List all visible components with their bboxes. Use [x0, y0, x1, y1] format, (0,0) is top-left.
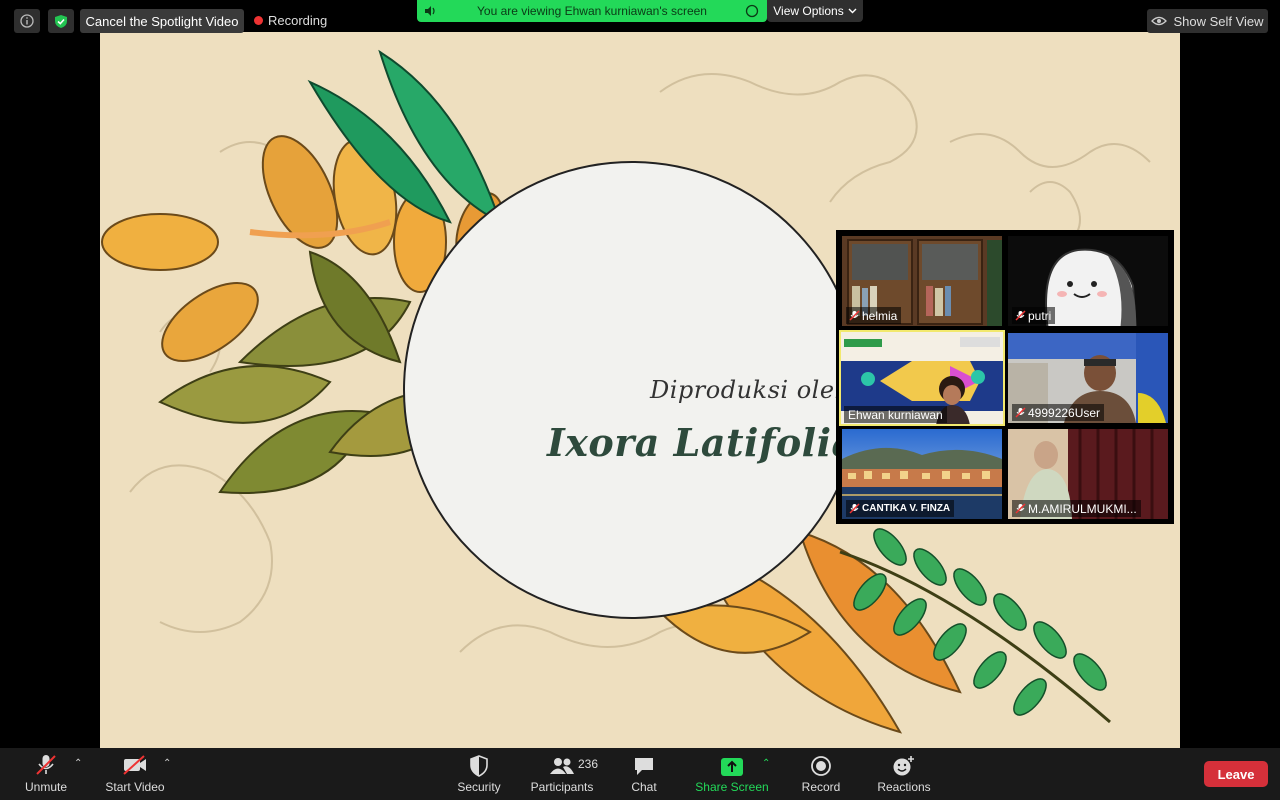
share-screen-icon	[721, 758, 743, 776]
info-icon	[20, 14, 34, 28]
shield-icon	[470, 755, 488, 777]
recording-label: Recording	[268, 13, 328, 28]
recording-dot-icon	[254, 16, 263, 25]
chat-button[interactable]: Chat	[616, 748, 672, 800]
speaker-icon	[425, 6, 435, 16]
participant-gallery: helmia putri Ehwan kurniawan 4999226User…	[836, 230, 1174, 524]
mic-muted-icon	[1015, 310, 1026, 321]
participants-icon	[550, 758, 574, 774]
participant-tile-active-speaker[interactable]: Ehwan kurniawan	[839, 330, 1005, 426]
show-self-view-button[interactable]: Show Self View	[1147, 9, 1268, 33]
meeting-info-button[interactable]	[14, 9, 40, 33]
show-self-view-label: Show Self View	[1173, 13, 1264, 29]
mic-muted-icon	[36, 755, 56, 775]
participant-tile[interactable]: CANTIKA V. FINZA	[842, 429, 1002, 519]
record-button[interactable]: Record	[792, 748, 850, 800]
cancel-spotlight-button[interactable]: Cancel the Spotlight Video	[80, 9, 244, 33]
leave-button[interactable]: Leave	[1204, 761, 1268, 787]
share-screen-button[interactable]: Share Screen	[690, 748, 774, 800]
mic-muted-icon	[849, 503, 860, 514]
reactions-button[interactable]: Reactions	[870, 748, 938, 800]
view-options-button[interactable]: View Options	[767, 0, 863, 22]
viewing-label: You are viewing Ehwan kurniawan's screen	[477, 4, 707, 18]
participant-tile[interactable]: 4999226User	[1008, 333, 1168, 423]
participants-button[interactable]: Participants	[526, 748, 598, 800]
zoom-meeting-window: Diproduksi oleh : Ixora Latifolia Biners…	[0, 0, 1280, 800]
participant-name: CANTIKA V. FINZA	[846, 500, 955, 517]
share-options-caret-icon[interactable]: ⌃	[762, 758, 770, 769]
participant-name: M.AMIRULMUKMI...	[1012, 500, 1141, 517]
top-bar: Cancel the Spotlight Video Recording You…	[0, 0, 1280, 33]
mic-muted-icon	[849, 310, 860, 321]
participant-tile[interactable]: putri	[1008, 236, 1168, 326]
participant-name: 4999226User	[1012, 404, 1105, 421]
encryption-button[interactable]	[48, 9, 74, 33]
viewing-screen-banner: You are viewing Ehwan kurniawan's screen	[417, 0, 767, 22]
emoji-plus-icon	[893, 756, 914, 776]
audio-options-caret-icon[interactable]: ⌃	[74, 758, 82, 769]
video-off-icon	[123, 755, 146, 775]
mic-muted-icon	[1015, 407, 1026, 418]
participant-tile[interactable]: M.AMIRULMUKMI...	[1008, 429, 1168, 519]
participant-name: putri	[1012, 307, 1056, 324]
eye-icon	[1151, 16, 1168, 26]
shield-check-icon	[55, 14, 67, 28]
view-options-label: View Options	[773, 4, 844, 18]
unmute-button[interactable]: Unmute	[16, 748, 76, 800]
meeting-toolbar: Unmute ⌃ Start Video ⌃ Security Particip…	[0, 748, 1280, 800]
record-icon	[811, 756, 831, 776]
circle-icon[interactable]	[745, 4, 759, 18]
slide-credit-line: Diproduksi oleh :	[650, 376, 868, 404]
participant-name: Ehwan kurniawan	[844, 406, 947, 423]
mic-muted-icon	[1015, 503, 1026, 514]
recording-indicator[interactable]: Recording	[254, 13, 327, 28]
chevron-down-icon	[848, 8, 857, 14]
start-video-button[interactable]: Start Video	[100, 748, 170, 800]
participants-count-badge: 236	[578, 757, 599, 771]
security-button[interactable]: Security	[450, 748, 508, 800]
participant-name: helmia	[846, 307, 902, 324]
video-options-caret-icon[interactable]: ⌃	[163, 758, 171, 769]
participant-tile[interactable]: helmia	[842, 236, 1002, 326]
chat-icon	[635, 758, 653, 775]
